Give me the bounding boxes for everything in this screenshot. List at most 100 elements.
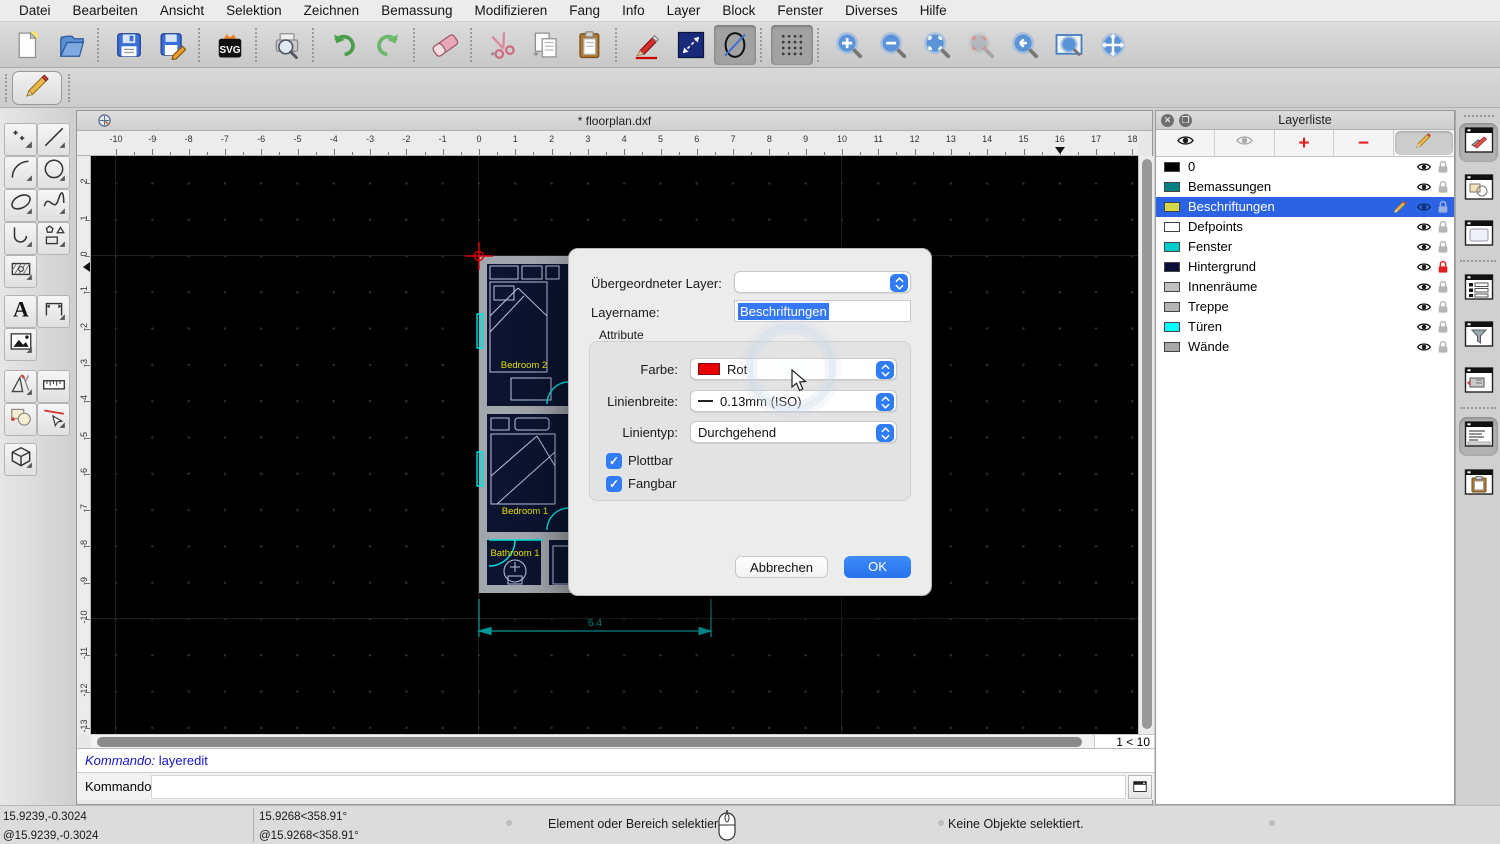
menu-info[interactable]: Info xyxy=(611,0,656,22)
ellipse-tool-button[interactable] xyxy=(4,189,37,222)
layer-list-panel-button[interactable] xyxy=(1459,123,1498,162)
text-tool-button[interactable]: A xyxy=(4,295,37,328)
menu-ansicht[interactable]: Ansicht xyxy=(149,0,215,22)
previous-view-button[interactable] xyxy=(1004,25,1046,65)
open-file-button[interactable] xyxy=(51,25,93,65)
line-tool-button[interactable] xyxy=(37,123,70,156)
pan-button[interactable] xyxy=(1092,25,1134,65)
vertical-scrollbar-thumb[interactable] xyxy=(1142,159,1152,729)
block-list-panel-button[interactable] xyxy=(1459,170,1498,209)
circle-tool-button[interactable] xyxy=(37,156,70,189)
horizontal-scrollbar[interactable] xyxy=(91,734,1094,748)
menu-datei[interactable]: Datei xyxy=(8,0,62,22)
paste-button[interactable] xyxy=(569,25,611,65)
snappable-checkbox[interactable]: ✓ xyxy=(606,476,622,492)
drafting-tools-tool-button[interactable] xyxy=(4,370,37,403)
layer-row-türen[interactable]: Türen xyxy=(1156,317,1454,337)
save-as-button[interactable] xyxy=(152,25,194,65)
layer-visibility-eye-icon[interactable] xyxy=(1416,279,1432,295)
menu-block[interactable]: Block xyxy=(711,0,766,22)
layer-name-input[interactable]: Beschriftungen xyxy=(734,300,911,322)
copy-button[interactable] xyxy=(525,25,567,65)
layer-lock-icon[interactable] xyxy=(1435,239,1451,255)
layer-visibility-eye-icon[interactable] xyxy=(1416,179,1432,195)
shapes-tool-button[interactable] xyxy=(37,222,70,255)
arc-tool-button[interactable] xyxy=(4,156,37,189)
points-tool-button[interactable] xyxy=(4,123,37,156)
cancel-button[interactable]: Abbrechen xyxy=(735,556,828,578)
line-arrow-button[interactable] xyxy=(670,25,712,65)
ellipse-tool-button[interactable] xyxy=(714,25,756,65)
layer-lock-icon[interactable] xyxy=(1435,219,1451,235)
add-layer-plus-button[interactable]: + xyxy=(1275,130,1334,156)
modify-attributes-tool-button[interactable] xyxy=(37,403,70,436)
layer-lock-icon[interactable] xyxy=(1435,159,1451,175)
zoom-out-button[interactable] xyxy=(872,25,914,65)
document-title-bar[interactable]: * floorplan.dxf xyxy=(77,111,1152,131)
eraser-button[interactable] xyxy=(424,25,466,65)
layer-lock-icon[interactable] xyxy=(1435,259,1451,275)
auto-zoom-button[interactable] xyxy=(916,25,958,65)
layer-row-bemassungen[interactable]: Bemassungen xyxy=(1156,177,1454,197)
polyline-tool-button[interactable] xyxy=(4,222,37,255)
current-tool-pencil-button[interactable] xyxy=(12,71,62,105)
layer-lock-icon[interactable] xyxy=(1435,299,1451,315)
dimension-tool-button[interactable] xyxy=(37,295,70,328)
layer-visibility-eye-icon[interactable] xyxy=(1416,299,1432,315)
spline-tool-button[interactable] xyxy=(37,189,70,222)
menu-hilfe[interactable]: Hilfe xyxy=(909,0,958,22)
layer-lock-icon[interactable] xyxy=(1435,179,1451,195)
layer-row-beschriftungen[interactable]: Beschriftungen xyxy=(1156,197,1454,217)
vertical-scrollbar[interactable] xyxy=(1138,156,1154,734)
modify-tool-button[interactable] xyxy=(4,403,37,436)
menu-modifizieren[interactable]: Modifizieren xyxy=(464,0,559,22)
layer-row-hintergrund[interactable]: Hintergrund xyxy=(1156,257,1454,277)
print-preview-button[interactable] xyxy=(266,25,308,65)
hide-all-eye-button[interactable] xyxy=(1215,130,1274,156)
menu-diverses[interactable]: Diverses xyxy=(834,0,909,22)
measure-tool-button[interactable] xyxy=(37,370,70,403)
undo-button[interactable] xyxy=(323,25,365,65)
zoom-window-button[interactable] xyxy=(1048,25,1090,65)
layer-lock-icon[interactable] xyxy=(1435,279,1451,295)
layer-lock-icon[interactable] xyxy=(1435,339,1451,355)
command-input-field[interactable] xyxy=(151,775,1126,799)
hatch-tool-button[interactable] xyxy=(4,255,37,288)
layer-row-fenster[interactable]: Fenster xyxy=(1156,237,1454,257)
show-all-eye-button[interactable] xyxy=(1156,130,1215,156)
clipboard-panel-button[interactable] xyxy=(1459,465,1498,504)
grid-toggle-button[interactable] xyxy=(771,25,813,65)
library-browser-panel-button[interactable] xyxy=(1459,363,1498,402)
close-panel-icon[interactable]: ✕ xyxy=(1161,114,1174,127)
plottable-checkbox[interactable]: ✓ xyxy=(606,453,622,469)
horizontal-scrollbar-thumb[interactable] xyxy=(97,737,1082,747)
layer-lock-icon[interactable] xyxy=(1435,319,1451,335)
menu-fenster[interactable]: Fenster xyxy=(766,0,834,22)
zoom-selection-button[interactable] xyxy=(960,25,1002,65)
redo-button[interactable] xyxy=(367,25,409,65)
layer-row-wände[interactable]: Wände xyxy=(1156,337,1454,357)
draw-pencil-button[interactable] xyxy=(626,25,668,65)
svg-export-button[interactable]: SVG xyxy=(209,25,251,65)
menu-layer[interactable]: Layer xyxy=(656,0,712,22)
layer-lock-icon[interactable] xyxy=(1435,199,1451,215)
parent-layer-select[interactable] xyxy=(734,271,911,293)
command-history-panel-button[interactable] xyxy=(1459,417,1498,456)
menu-bemassung[interactable]: Bemassung xyxy=(370,0,463,22)
float-panel-icon[interactable]: ❐ xyxy=(1179,114,1192,127)
menu-zeichnen[interactable]: Zeichnen xyxy=(293,0,371,22)
menu-fang[interactable]: Fang xyxy=(558,0,611,22)
menu-bearbeiten[interactable]: Bearbeiten xyxy=(62,0,149,22)
layer-row-treppe[interactable]: Treppe xyxy=(1156,297,1454,317)
zoom-in-button[interactable] xyxy=(828,25,870,65)
layer-visibility-eye-icon[interactable] xyxy=(1416,199,1432,215)
ok-button[interactable]: OK xyxy=(844,556,911,578)
menu-selektion[interactable]: Selektion xyxy=(215,0,293,22)
layer-visibility-eye-icon[interactable] xyxy=(1416,219,1432,235)
linetype-select[interactable]: Durchgehend xyxy=(690,421,897,443)
cut-button[interactable] xyxy=(481,25,523,65)
selection-filter-panel-button[interactable] xyxy=(1459,317,1498,356)
new-file-button[interactable] xyxy=(7,25,49,65)
layer-visibility-eye-icon[interactable] xyxy=(1416,339,1432,355)
layer-row-innenräume[interactable]: Innenräume xyxy=(1156,277,1454,297)
